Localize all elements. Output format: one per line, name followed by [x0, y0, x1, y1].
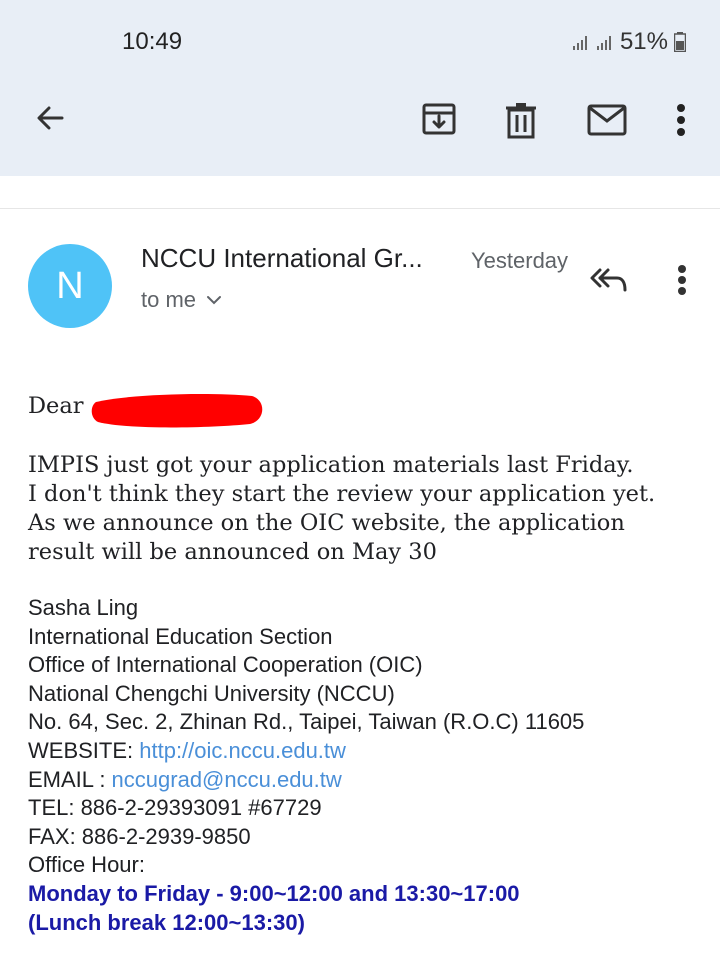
delete-icon	[506, 103, 536, 139]
back-button[interactable]	[28, 96, 72, 140]
website-label: WEBSITE:	[28, 737, 140, 763]
recipient-label: to me	[141, 287, 197, 312]
signature-email: EMAIL : nccugrad@nccu.edu.tw	[28, 766, 584, 795]
battery-icon	[674, 32, 686, 52]
recipient-details[interactable]: to me	[141, 287, 222, 313]
signature-office: Office of International Cooperation (OIC…	[28, 652, 423, 678]
email-more-button[interactable]	[666, 262, 698, 298]
reply-all-button[interactable]	[588, 262, 630, 296]
more-options-button[interactable]	[664, 100, 698, 140]
sender-name[interactable]: NCCU International Gr...	[141, 243, 423, 274]
body-line: As we announce on the OIC website, the a…	[28, 510, 625, 536]
lunch-break: (Lunch break 12:00~13:30)	[28, 909, 305, 935]
mark-unread-button[interactable]	[586, 103, 628, 137]
app-bar: 10:49 51%	[0, 0, 720, 176]
body-line: IMPIS just got your application material…	[28, 452, 634, 478]
signature-address: No. 64, Sec. 2, Zhinan Rd., Taipei, Taiw…	[28, 709, 585, 735]
back-arrow-icon	[37, 106, 64, 130]
signature-name: Sasha Ling	[28, 595, 139, 620]
email-link[interactable]: nccugrad@nccu.edu.tw	[112, 767, 342, 792]
signal-icon	[596, 36, 611, 50]
greeting: Dear	[28, 393, 84, 419]
battery-percent: 51%	[619, 28, 668, 55]
email-date: Yesterday	[471, 248, 569, 273]
signature-tel[interactable]: TEL: 886-2-29393091 #67729	[28, 794, 584, 823]
office-hours: Monday to Friday - 9:00~12:00 and 13:30~…	[28, 880, 520, 906]
delete-button[interactable]	[502, 100, 540, 140]
body-line: I don't think they start the review your…	[28, 481, 656, 507]
email-body: IMPIS just got your application material…	[28, 451, 655, 567]
signature-section: International Education Section	[28, 623, 333, 649]
redaction-mark	[91, 394, 263, 428]
status-time: 10:49	[122, 28, 183, 55]
archive-button[interactable]	[420, 100, 458, 138]
more-vert-icon	[677, 104, 685, 136]
divider	[0, 208, 720, 209]
signature-website: WEBSITE: http://oic.nccu.edu.tw	[28, 737, 584, 766]
chevron-down-icon	[207, 296, 222, 305]
reply-all-icon	[590, 268, 627, 292]
signature-block: Sasha Ling International Education Secti…	[28, 594, 584, 937]
office-hour-label: Office Hour:	[28, 852, 145, 878]
mark-unread-icon	[587, 104, 627, 136]
archive-icon	[422, 103, 456, 135]
signature-university: National Chengchi University (NCCU)	[28, 680, 395, 706]
status-indicators: 51%	[572, 28, 686, 56]
more-vert-icon	[678, 265, 686, 295]
website-link[interactable]: http://oic.nccu.edu.tw	[139, 738, 346, 763]
avatar[interactable]: N	[28, 244, 112, 328]
signal-icon	[572, 36, 587, 50]
signature-fax: FAX: 886-2-2939-9850	[28, 823, 251, 849]
email-label: EMAIL :	[28, 766, 112, 792]
body-line: result will be announced on May 30	[28, 539, 437, 565]
